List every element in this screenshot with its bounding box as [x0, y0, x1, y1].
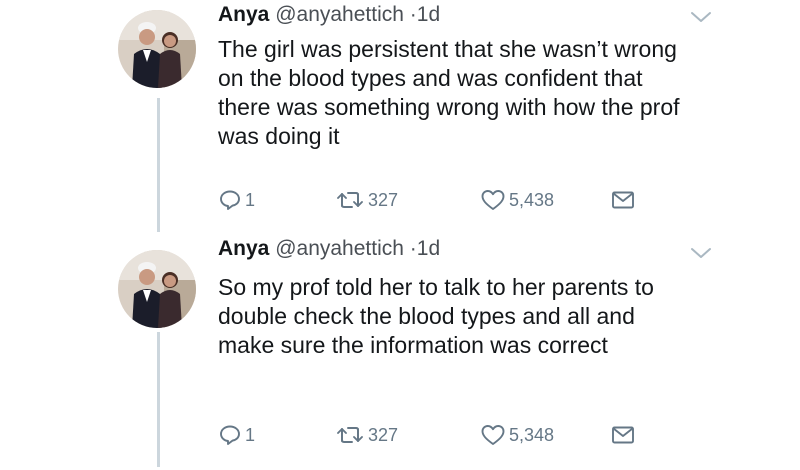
direct-message-button[interactable]: [610, 420, 636, 450]
tweet-header: Anya @anyahettich ·1d: [218, 3, 440, 27]
timestamp[interactable]: 1d: [417, 3, 440, 26]
tweet-actions: 1 327 5,438: [218, 185, 648, 215]
reply-icon: [220, 190, 240, 210]
avatar-photo: [118, 10, 196, 88]
timestamp[interactable]: 1d: [417, 237, 440, 260]
like-count: 5,348: [509, 424, 555, 445]
separator-dot: ·: [409, 3, 417, 26]
heart-icon: [481, 190, 505, 210]
envelope-icon: [612, 191, 634, 209]
avatar-photo: [118, 250, 196, 328]
envelope-icon: [612, 426, 634, 444]
retweet-icon: [337, 427, 363, 443]
retweet-count: 327: [368, 189, 399, 210]
user-handle[interactable]: @anyahettich: [275, 3, 404, 26]
display-name[interactable]: Anya: [218, 237, 269, 260]
thread-connector-line: [157, 332, 160, 467]
thread-connector-line: [157, 98, 160, 232]
like-count: 5,438: [509, 189, 555, 210]
reply-button[interactable]: 1: [218, 185, 255, 215]
user-handle[interactable]: @anyahettich: [275, 237, 404, 260]
retweet-icon: [337, 192, 363, 208]
heart-icon: [481, 425, 505, 445]
chevron-down-icon[interactable]: [690, 246, 712, 260]
tweet[interactable]: Anya @anyahettich ·1d The girl was persi…: [0, 0, 800, 232]
reply-icon: [220, 425, 240, 445]
direct-message-button[interactable]: [610, 185, 636, 215]
reply-count: 1: [245, 189, 256, 210]
chevron-down-icon[interactable]: [690, 10, 712, 24]
display-name[interactable]: Anya: [218, 3, 269, 26]
tweet-text: So my prof told her to talk to her paren…: [218, 274, 654, 358]
avatar[interactable]: [118, 10, 196, 88]
reply-button[interactable]: 1: [218, 420, 255, 450]
tweet-actions: 1 327 5,348: [218, 420, 648, 450]
like-button[interactable]: 5,438: [480, 185, 554, 215]
separator-dot: ·: [409, 237, 417, 260]
tweet[interactable]: Anya @anyahettich ·1d So my prof told he…: [0, 232, 800, 467]
retweet-count: 327: [368, 424, 399, 445]
retweet-button[interactable]: 327: [335, 420, 398, 450]
retweet-button[interactable]: 327: [335, 185, 398, 215]
tweet-header: Anya @anyahettich ·1d: [218, 237, 440, 261]
tweet-text: The girl was persistent that she wasn’t …: [218, 36, 680, 149]
reply-count: 1: [245, 424, 256, 445]
avatar[interactable]: [118, 250, 196, 328]
like-button[interactable]: 5,348: [480, 420, 554, 450]
